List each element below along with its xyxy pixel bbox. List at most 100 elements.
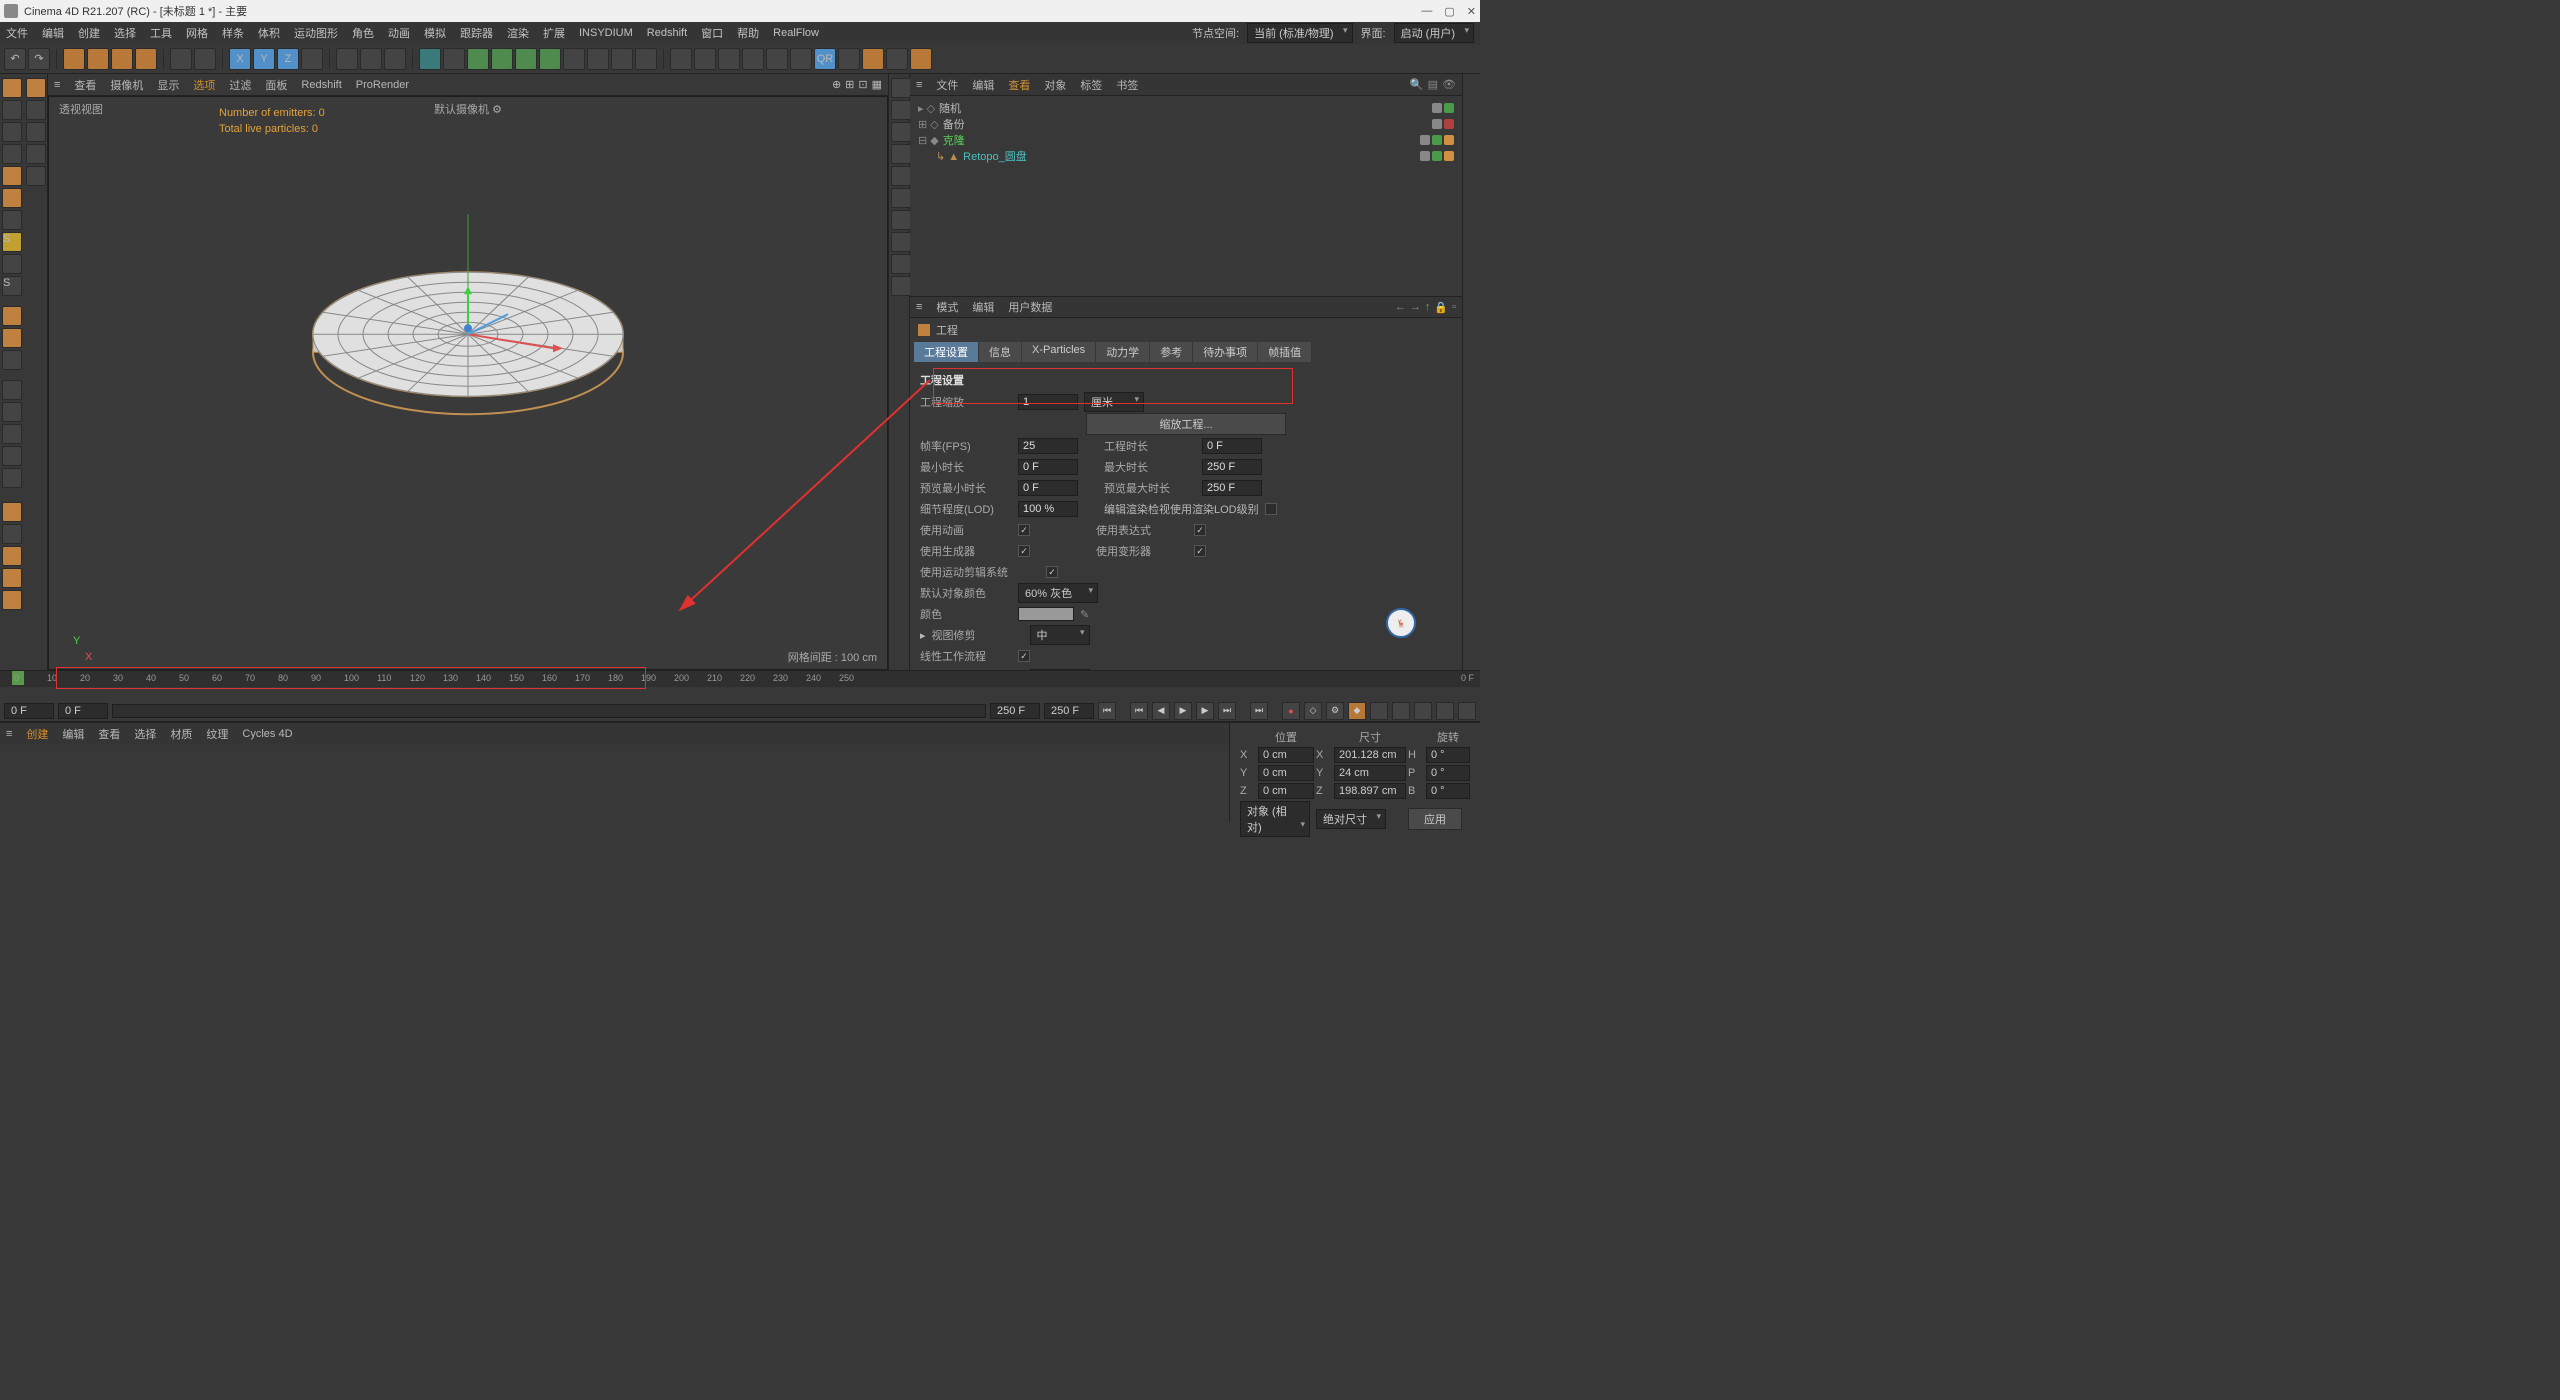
extra-tool-10[interactable]: [2, 590, 22, 610]
obj-tab-objects[interactable]: 对象: [1044, 77, 1066, 93]
object-mode-icon[interactable]: [2, 122, 22, 142]
check-use-motion[interactable]: ✓: [1046, 566, 1058, 578]
rd-6[interactable]: [891, 188, 911, 208]
workplane2-icon[interactable]: [2, 328, 22, 348]
rot-b[interactable]: [1426, 783, 1470, 799]
render-view-icon[interactable]: [336, 48, 358, 70]
window-minimize[interactable]: —: [1421, 5, 1432, 18]
menu-animate[interactable]: 动画: [388, 25, 410, 41]
autokey-icon[interactable]: ◇: [1304, 702, 1322, 720]
attr-menu-edit[interactable]: 编辑: [972, 299, 994, 315]
workplane-icon[interactable]: [2, 306, 22, 326]
vp-menu-display[interactable]: 显示: [157, 77, 179, 93]
menu-window[interactable]: 窗口: [701, 25, 723, 41]
obj-search-icon[interactable]: 🔍: [1410, 78, 1424, 91]
attr-up-icon[interactable]: ↑: [1425, 301, 1431, 314]
key-rot-icon[interactable]: [1414, 702, 1432, 720]
prev-frame-icon[interactable]: ◀: [1152, 702, 1170, 720]
rot-p[interactable]: [1426, 765, 1470, 781]
menu-insydium[interactable]: INSYDIUM: [579, 27, 633, 39]
mat-grip-icon[interactable]: ≡: [6, 728, 12, 740]
vp-menu-options[interactable]: 选项: [193, 77, 215, 93]
extra-tool-8[interactable]: [2, 546, 22, 566]
tool-btn-5[interactable]: [170, 48, 192, 70]
y-axis-lock[interactable]: Y: [253, 48, 275, 70]
attr-new-icon[interactable]: ▫: [1452, 301, 1456, 314]
menu-tools[interactable]: 工具: [150, 25, 172, 41]
uv-poly-icon[interactable]: [2, 210, 22, 230]
deformer-icon[interactable]: [563, 48, 585, 70]
generator-sds-icon[interactable]: [467, 48, 489, 70]
tool-ex-9[interactable]: [886, 48, 908, 70]
poly-mode-icon[interactable]: [2, 188, 22, 208]
obj-tab-edit[interactable]: 编辑: [972, 77, 994, 93]
snap-icon[interactable]: [2, 254, 22, 274]
key-pla-icon[interactable]: [1458, 702, 1476, 720]
rd-3[interactable]: [891, 122, 911, 142]
input-min-time[interactable]: [1018, 459, 1078, 475]
record-icon[interactable]: ●: [1282, 702, 1300, 720]
key-scale-icon[interactable]: [1392, 702, 1410, 720]
attr-tab-todo[interactable]: 待办事项: [1193, 342, 1257, 362]
extra-tool-4[interactable]: [2, 446, 22, 466]
pos-z[interactable]: [1258, 783, 1314, 799]
current-frame-field[interactable]: [4, 703, 54, 719]
obj-eye-icon[interactable]: 👁: [1442, 78, 1456, 91]
size-mode-dropdown[interactable]: 绝对尺寸: [1316, 809, 1386, 829]
attr-tab-info[interactable]: 信息: [979, 342, 1021, 362]
object-tree[interactable]: ▸ ◇随机 ⊞ ◇备份 ⊟ ◆克隆 ↳ ▲Retopo_圆盘: [910, 96, 1462, 296]
vp-nav-icon-2[interactable]: ⊞: [845, 78, 854, 91]
timeline-scrollbar[interactable]: [112, 704, 986, 718]
play-fwd-icon[interactable]: ▶: [1174, 702, 1192, 720]
node-space-dropdown[interactable]: 当前 (标准/物理): [1247, 23, 1352, 43]
menu-edit[interactable]: 编辑: [42, 25, 64, 41]
light-icon[interactable]: [635, 48, 657, 70]
generator-extrude-icon[interactable]: [491, 48, 513, 70]
menu-select[interactable]: 选择: [114, 25, 136, 41]
color-picker-icon[interactable]: ✎: [1080, 608, 1089, 621]
next-frame-icon[interactable]: ▶: [1196, 702, 1214, 720]
point-mode-icon[interactable]: [2, 144, 22, 164]
generator-array-icon[interactable]: [515, 48, 537, 70]
primitive-cube-icon[interactable]: [419, 48, 441, 70]
menu-simulate[interactable]: 模拟: [424, 25, 446, 41]
rd-10[interactable]: [891, 276, 911, 296]
input-proj-time[interactable]: [1202, 438, 1262, 454]
window-close[interactable]: ✕: [1467, 5, 1476, 18]
workplane3-icon[interactable]: [2, 350, 22, 370]
pos-x[interactable]: [1258, 747, 1314, 763]
attr-tab-project[interactable]: 工程设置: [914, 342, 978, 362]
menu-volume[interactable]: 体积: [258, 25, 280, 41]
rd-1[interactable]: [891, 78, 911, 98]
attr-tab-refs[interactable]: 参考: [1150, 342, 1192, 362]
generator-cloner-icon[interactable]: [539, 48, 561, 70]
dropdown-vp-clip[interactable]: 中: [1030, 625, 1090, 645]
undo-button[interactable]: ↶: [4, 48, 26, 70]
spline-pen-icon[interactable]: [443, 48, 465, 70]
tool-ex-10[interactable]: [910, 48, 932, 70]
check-use-gen[interactable]: ✓: [1018, 545, 1030, 557]
input-scale[interactable]: [1018, 394, 1078, 410]
extra-tool-3[interactable]: [2, 424, 22, 444]
right-collapsed-tabs[interactable]: [1462, 74, 1480, 670]
perspective-viewport[interactable]: 透视视图 默认摄像机 ⚙ Number of emitters: 0 Total…: [48, 96, 888, 670]
rotate-tool-icon[interactable]: [135, 48, 157, 70]
tool-btn-6[interactable]: [194, 48, 216, 70]
menu-create[interactable]: 创建: [78, 25, 100, 41]
live-select-icon[interactable]: [63, 48, 85, 70]
edge-mode-icon[interactable]: [2, 166, 22, 186]
check-use-def[interactable]: ✓: [1194, 545, 1206, 557]
attr-fwd-icon[interactable]: →: [1410, 301, 1421, 314]
enable-axis-icon[interactable]: S: [2, 232, 22, 252]
check-use-anim[interactable]: ✓: [1018, 524, 1030, 536]
lt2-2[interactable]: [26, 100, 46, 120]
vp-nav-icon-3[interactable]: ⊡: [858, 78, 867, 91]
scale-project-button[interactable]: 缩放工程...: [1086, 413, 1286, 435]
key-pos-icon[interactable]: [1370, 702, 1388, 720]
keysel-icon[interactable]: ◆: [1348, 702, 1366, 720]
obj-tab-file[interactable]: 文件: [936, 77, 958, 93]
extra-tool-2[interactable]: [2, 402, 22, 422]
mat-tab-view[interactable]: 查看: [98, 726, 120, 742]
redo-button[interactable]: ↷: [28, 48, 50, 70]
attr-grip-icon[interactable]: ≡: [916, 301, 922, 313]
